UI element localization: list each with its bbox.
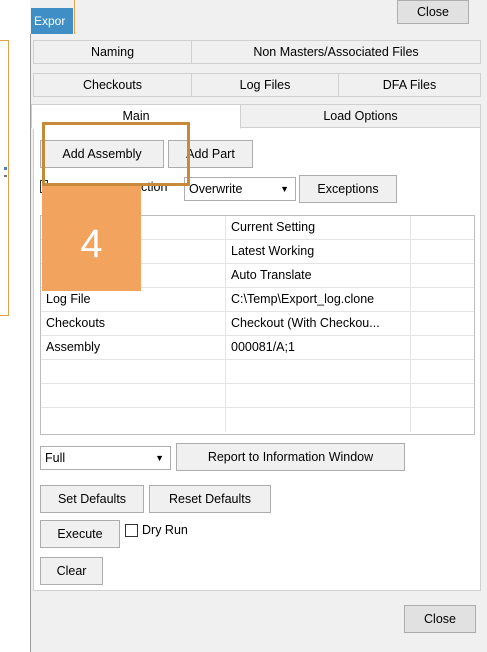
report-level-value: Full: [45, 451, 66, 465]
grid-cell: Latest Working: [226, 240, 411, 264]
clear-button[interactable]: Clear: [40, 557, 103, 585]
close-button[interactable]: Close: [404, 605, 476, 633]
titlebar-close-button[interactable]: Close: [397, 0, 469, 24]
table-row[interactable]: Log File C:\Temp\Export_log.clone: [41, 288, 474, 312]
grid-cell: Log File: [41, 288, 226, 312]
table-row[interactable]: [41, 360, 474, 384]
dry-run-checkbox[interactable]: [125, 524, 138, 537]
tab-load-options[interactable]: Load Options: [240, 104, 481, 128]
report-to-information-window-button[interactable]: Report to Information Window: [176, 443, 405, 471]
grid-cell: [411, 240, 474, 264]
grid-cell: Checkouts: [41, 312, 226, 336]
reset-defaults-button[interactable]: Reset Defaults: [149, 485, 271, 513]
grid-cell: [226, 384, 411, 408]
tutorial-highlight-box: [42, 122, 190, 186]
table-row[interactable]: Assembly 000081/A;1: [41, 336, 474, 360]
dialog-title: Expor: [31, 8, 73, 34]
chevron-down-icon: ▼: [280, 184, 289, 194]
grid-cell: Checkout (With Checkou...: [226, 312, 411, 336]
table-row[interactable]: [41, 408, 474, 432]
grid-cell: C:\Temp\Export_log.clone: [226, 288, 411, 312]
grid-cell: [411, 312, 474, 336]
execute-button[interactable]: Execute: [40, 520, 120, 548]
grid-cell: [411, 360, 474, 384]
grid-cell: [411, 336, 474, 360]
dry-run-label: Dry Run: [142, 523, 188, 537]
grid-cell: [226, 360, 411, 384]
grid-cell: Auto Translate: [226, 264, 411, 288]
table-row[interactable]: [41, 384, 474, 408]
grid-header-cell: [411, 216, 474, 240]
panel-marker-icon: [4, 167, 7, 170]
grid-cell: [41, 360, 226, 384]
title-separator: [74, 0, 75, 34]
grid-cell: Assembly: [41, 336, 226, 360]
tab-log-files[interactable]: Log Files: [191, 73, 339, 97]
grid-cell: [411, 264, 474, 288]
grid-cell: [411, 408, 474, 432]
tab-non-masters-associated-files[interactable]: Non Masters/Associated Files: [191, 40, 481, 64]
chevron-down-icon: ▼: [155, 453, 164, 463]
tab-dfa-files[interactable]: DFA Files: [338, 73, 481, 97]
grid-cell: [41, 408, 226, 432]
grid-header-cell: Current Setting: [226, 216, 411, 240]
report-level-dropdown[interactable]: Full ▼: [40, 446, 171, 470]
grid-cell: [226, 408, 411, 432]
set-defaults-button[interactable]: Set Defaults: [40, 485, 144, 513]
grid-cell: [41, 384, 226, 408]
mode-dropdown-value: Overwrite: [189, 182, 243, 196]
step-number-badge: 4: [42, 185, 141, 291]
mode-dropdown[interactable]: Overwrite ▼: [184, 177, 296, 201]
background-left-panel: [0, 40, 9, 316]
grid-cell: [411, 384, 474, 408]
tab-checkouts[interactable]: Checkouts: [33, 73, 192, 97]
grid-cell: 000081/A;1: [226, 336, 411, 360]
grid-cell: [411, 288, 474, 312]
tab-naming[interactable]: Naming: [33, 40, 192, 64]
panel-marker-icon: [4, 175, 7, 177]
table-row[interactable]: Checkouts Checkout (With Checkou...: [41, 312, 474, 336]
exceptions-button[interactable]: Exceptions: [299, 175, 397, 203]
